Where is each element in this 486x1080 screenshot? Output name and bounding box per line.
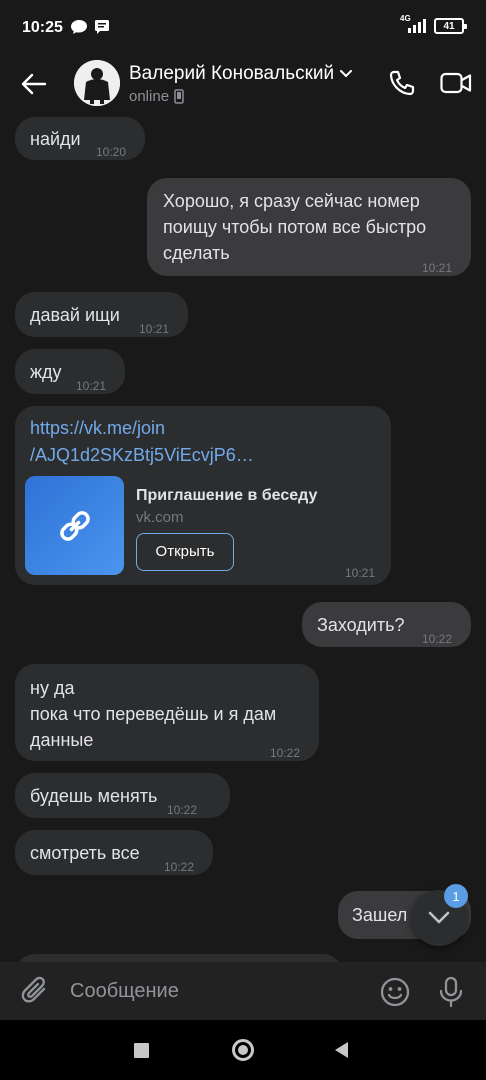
paperclip-icon <box>21 976 46 1003</box>
message-text: смотреть все <box>30 843 140 863</box>
message-text: Хорошо, я сразу сейчас номер <box>163 191 420 211</box>
chat-notification-icon <box>95 20 109 34</box>
attach-button[interactable] <box>18 974 52 1008</box>
message-in[interactable]: найди 10:20 <box>15 117 145 160</box>
message-time: 10:21 <box>76 379 107 393</box>
message-text: ну да <box>30 678 75 698</box>
message-text: давай ищи <box>30 305 120 325</box>
microphone-icon <box>439 976 463 1008</box>
chevron-down-icon <box>428 911 450 924</box>
online-status-text: online <box>129 88 170 105</box>
call-button[interactable] <box>383 64 421 102</box>
message-time: 10:20 <box>96 145 127 159</box>
link-preview-image[interactable] <box>25 476 124 575</box>
avatar-image <box>74 60 120 106</box>
message-bubble-icon <box>71 20 87 34</box>
message-text: сделать <box>163 243 230 263</box>
mobile-phone-icon <box>174 89 184 104</box>
chat-header: Валерий Коновальский online <box>0 56 486 112</box>
message-in[interactable]: жду 10:21 <box>15 349 125 394</box>
emoji-button[interactable] <box>377 974 413 1010</box>
video-call-button[interactable] <box>436 64 476 102</box>
message-input[interactable] <box>70 974 360 1008</box>
message-in-link[interactable]: https://vk.me/join /AJQ1d2SKzBtj5ViEcvjP… <box>15 406 391 585</box>
message-time: 10:21 <box>422 261 453 275</box>
message-in[interactable]: смотреть все 10:22 <box>15 830 213 875</box>
back-button[interactable] <box>16 66 52 102</box>
system-indicators: 4G 41 <box>400 14 467 34</box>
message-time: 10:22 <box>164 860 195 874</box>
message-text: данные <box>30 730 94 750</box>
signal-icon: 4G <box>400 14 428 34</box>
message-link[interactable]: https://vk.me/join <box>30 415 165 441</box>
message-text: пока что переведёшь и я дам <box>30 704 277 724</box>
online-status: online <box>129 88 184 105</box>
message-time: 10:21 <box>139 322 170 336</box>
message-in[interactable]: давай ищи 10:21 <box>15 292 188 337</box>
recent-apps-button[interactable] <box>134 1043 149 1058</box>
message-text: Заходить? <box>317 615 405 635</box>
message-out[interactable]: Хорошо, я сразу сейчас номер поищу чтобы… <box>147 178 471 276</box>
smile-icon <box>380 977 410 1007</box>
message-time: 10:22 <box>270 746 301 760</box>
message-composer <box>0 962 486 1020</box>
chevron-down-icon <box>340 70 353 78</box>
battery-icon: 41 <box>434 18 467 34</box>
open-link-button[interactable]: Открыть <box>136 533 234 571</box>
video-camera-icon <box>440 72 472 94</box>
contact-name[interactable]: Валерий Коновальский <box>129 63 353 85</box>
message-in[interactable]: будешь менять 10:22 <box>15 773 230 818</box>
arrow-left-icon <box>21 73 47 95</box>
message-time: 10:22 <box>422 632 453 646</box>
contact-name-text: Валерий Коновальский <box>129 63 335 84</box>
avatar[interactable] <box>74 60 120 106</box>
message-in[interactable] <box>15 954 343 962</box>
message-out[interactable]: Заходить? 10:22 <box>302 602 471 647</box>
link-preview-domain: vk.com <box>136 509 184 526</box>
message-text: Зашел <box>352 905 408 925</box>
link-icon <box>59 510 90 541</box>
message-time: 10:21 <box>345 566 376 580</box>
network-type: 4G <box>400 14 411 23</box>
status-bar: 10:25 4G 41 <box>0 0 486 56</box>
phone-icon <box>389 70 415 96</box>
message-time: 10:22 <box>167 803 198 817</box>
battery-level: 41 <box>443 20 455 32</box>
home-button[interactable] <box>232 1039 254 1061</box>
message-text: жду <box>30 362 62 382</box>
message-text: будешь менять <box>30 786 158 806</box>
system-back-button[interactable] <box>335 1042 348 1058</box>
message-text: найди <box>30 129 81 149</box>
status-time: 10:25 <box>22 19 63 36</box>
message-link[interactable]: /AJQ1d2SKzBtj5ViEcvjP6… <box>30 442 254 468</box>
message-text: поищу чтобы потом все быстро <box>163 217 427 237</box>
notification-icons <box>70 19 110 35</box>
message-list[interactable]: найди 10:20 Хорошо, я сразу сейчас номер… <box>0 112 486 962</box>
voice-message-button[interactable] <box>433 974 469 1010</box>
system-navigation-bar <box>0 1020 486 1080</box>
unread-count-badge: 1 <box>444 884 468 908</box>
message-in[interactable]: ну да пока что переведёшь и я дам данные… <box>15 664 319 761</box>
